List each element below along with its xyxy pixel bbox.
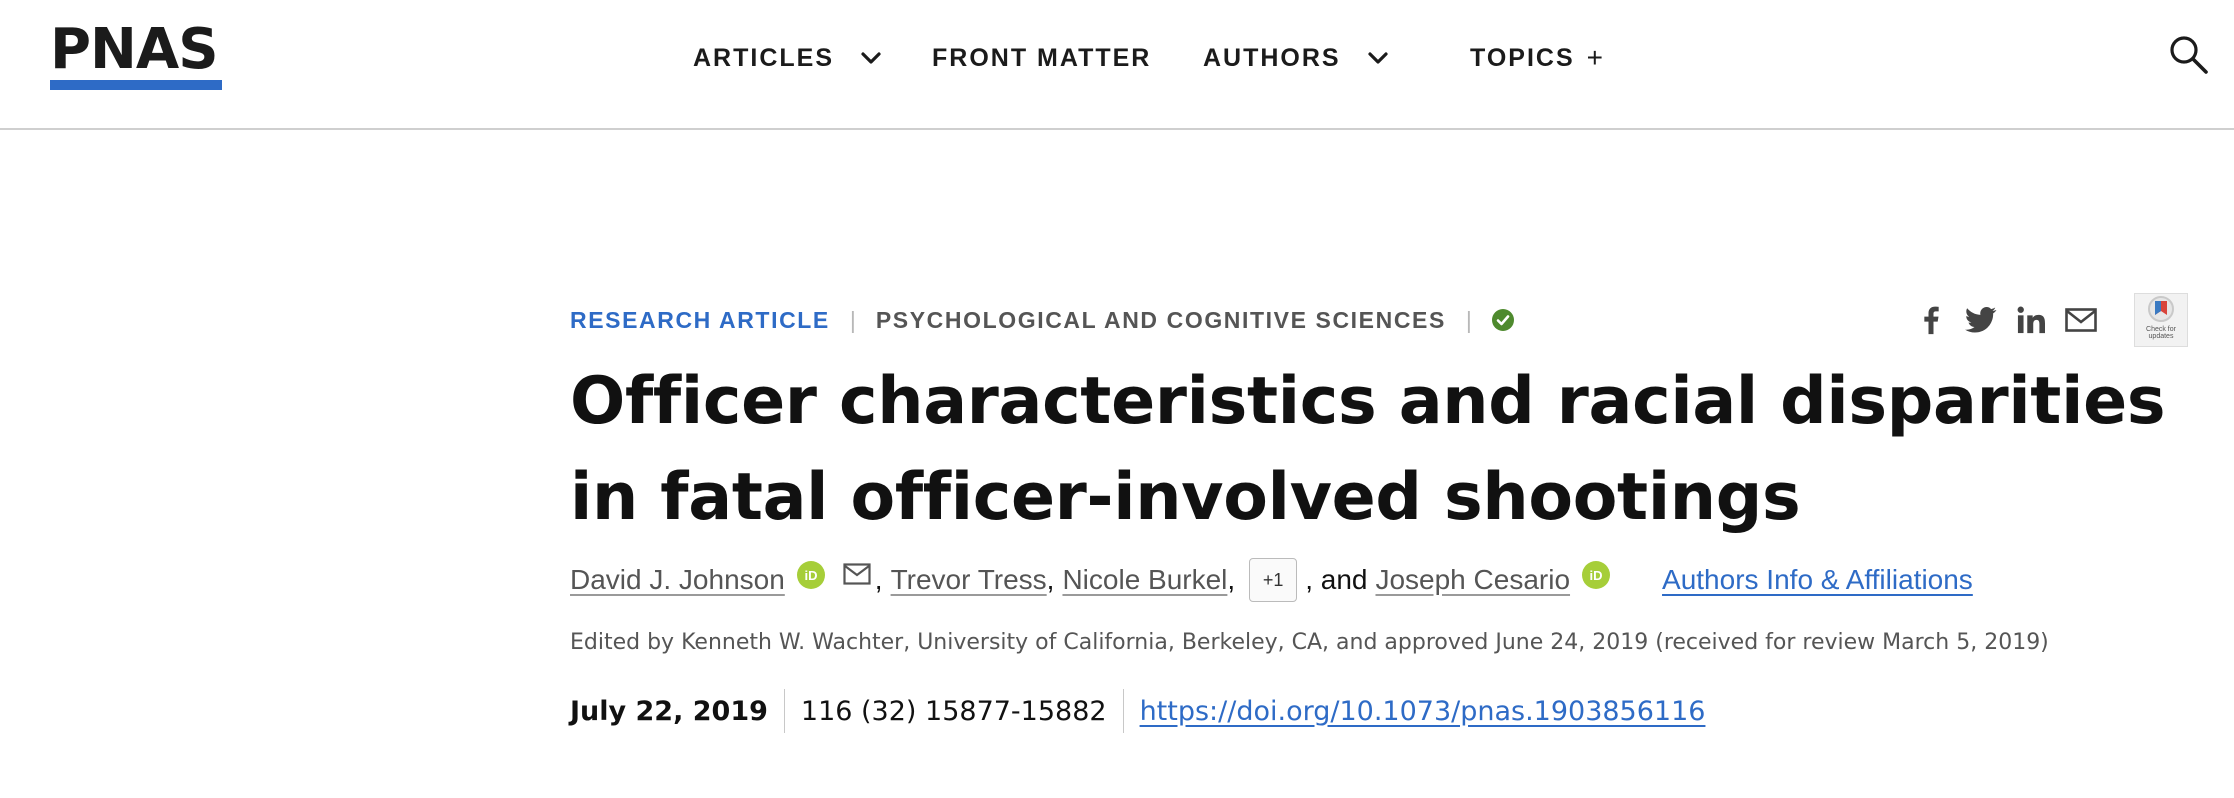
publication-date: July 22, 2019 bbox=[570, 695, 768, 727]
meta-separator: | bbox=[849, 306, 856, 333]
nav-articles[interactable]: ARTICLES bbox=[693, 38, 882, 78]
twitter-icon[interactable] bbox=[1964, 303, 1998, 337]
publication-info: July 22, 2019 116 (32) 15877-15882 https… bbox=[570, 688, 1705, 734]
chevron-down-icon bbox=[1368, 52, 1388, 64]
author-link[interactable]: Joseph Cesario bbox=[1375, 564, 1570, 596]
edited-by-note: Edited by Kenneth W. Wachter, University… bbox=[570, 630, 2049, 655]
nav-front-matter[interactable]: FRONT MATTER bbox=[932, 38, 1151, 78]
author-link[interactable]: Nicole Burkel bbox=[1062, 564, 1227, 596]
email-icon[interactable] bbox=[2064, 303, 2098, 337]
orcid-icon[interactable]: iD bbox=[1582, 561, 1611, 589]
citation-volume-issue-pages: 116 (32) 15877-15882 bbox=[800, 695, 1107, 727]
divider bbox=[783, 689, 785, 733]
article-subject-link[interactable]: PSYCHOLOGICAL AND COGNITIVE SCIENCES bbox=[876, 307, 1446, 334]
show-more-authors-button[interactable]: +1 bbox=[1249, 558, 1298, 602]
linkedin-icon[interactable] bbox=[2014, 303, 2048, 337]
author-list: David J. Johnson iD , Trevor Tress , Nic… bbox=[570, 558, 1973, 602]
author-link[interactable]: Trevor Tress bbox=[891, 564, 1047, 596]
divider bbox=[1122, 689, 1124, 733]
search-icon[interactable] bbox=[2168, 34, 2210, 76]
plus-icon: + bbox=[1586, 42, 1603, 73]
chevron-down-icon bbox=[861, 52, 881, 64]
logo-underline bbox=[50, 80, 222, 90]
orcid-icon[interactable]: iD bbox=[796, 561, 825, 589]
nav-topics[interactable]: TOPICS + bbox=[1470, 38, 1603, 78]
article-type-link[interactable]: RESEARCH ARTICLE bbox=[570, 307, 830, 334]
author-conjunction: , and bbox=[1305, 564, 1368, 595]
doi-link[interactable]: https://doi.org/10.1073/pnas.1903856116 bbox=[1140, 696, 1706, 727]
mail-icon[interactable] bbox=[843, 563, 871, 585]
author-separator: , bbox=[1046, 564, 1055, 595]
svg-text:iD: iD bbox=[804, 568, 817, 583]
author-link[interactable]: David J. Johnson bbox=[570, 564, 785, 596]
share-toolbar: Check for updates bbox=[1914, 292, 2188, 348]
nav-articles-label: ARTICLES bbox=[693, 43, 834, 72]
meta-separator: | bbox=[1465, 306, 1472, 333]
nav-authors[interactable]: AUTHORS bbox=[1203, 38, 1389, 78]
crossmark-icon bbox=[2148, 296, 2174, 322]
crossmark-text: Check for updates bbox=[2146, 326, 2176, 340]
authors-info-affiliations-link[interactable]: Authors Info & Affiliations bbox=[1662, 564, 1973, 596]
article-meta: RESEARCH ARTICLE | PSYCHOLOGICAL AND COG… bbox=[570, 300, 1514, 340]
check-circle-icon bbox=[1491, 309, 1514, 331]
nav-authors-label: AUTHORS bbox=[1203, 43, 1341, 72]
nav-front-matter-label: FRONT MATTER bbox=[932, 43, 1152, 72]
author-separator: , bbox=[1227, 564, 1236, 595]
svg-text:iD: iD bbox=[1590, 568, 1603, 583]
crossmark-check-for-updates[interactable]: Check for updates bbox=[2134, 293, 2188, 347]
nav-topics-label: TOPICS bbox=[1470, 43, 1575, 72]
site-header: PNAS ARTICLES FRONT MATTER AUTHORS TOPIC… bbox=[0, 0, 2234, 130]
author-separator: , bbox=[874, 564, 883, 595]
facebook-icon[interactable] bbox=[1914, 303, 1948, 337]
article-title: Officer characteristics and racial dispa… bbox=[570, 364, 2166, 535]
main-nav: ARTICLES FRONT MATTER AUTHORS TOPICS + bbox=[0, 38, 2234, 78]
